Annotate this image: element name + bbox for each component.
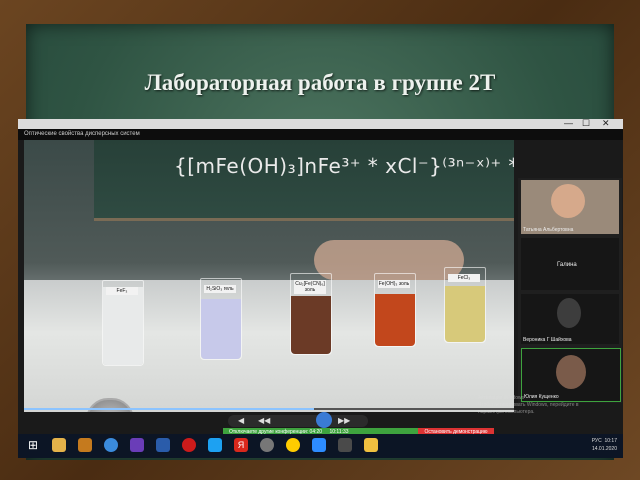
zoom-icon[interactable] <box>312 438 326 452</box>
participant-tile-1[interactable]: Татьяна Альбертовна <box>521 180 619 234</box>
participant-3-avatar <box>557 298 581 328</box>
word-icon[interactable] <box>156 438 170 452</box>
yandex-browser-icon[interactable] <box>286 438 300 452</box>
beaker-4-label: Fe(OH)₃ золь <box>378 280 410 288</box>
beaker-5-label: FeCl₃ <box>448 274 480 282</box>
watermark-line-2: Чтобы активировать Windows, перейдите в <box>478 402 579 408</box>
media-player-icon[interactable] <box>364 438 378 452</box>
beaker-4: Fe(OH)₃ золь <box>374 273 416 347</box>
participant-1-name: Татьяна Альбертовна <box>523 227 574 233</box>
beaker-2-label: H₂SiO₃ гель <box>204 285 236 293</box>
language-indicator: РУС <box>591 438 602 444</box>
beaker-5: FeCl₃ <box>444 267 486 343</box>
app-icon[interactable] <box>208 438 222 452</box>
player-controls: ◀ ◀◀ ▶▶ <box>228 412 368 428</box>
participant-tile-2[interactable]: Галина <box>521 238 619 290</box>
vlc-icon[interactable] <box>78 438 92 452</box>
beaker-2-liquid <box>201 299 241 359</box>
chrome-icon[interactable] <box>104 438 118 452</box>
clock-date: 14.01.2020 <box>591 446 617 452</box>
watermark-line-1: Активация Windows <box>478 395 525 401</box>
windows-activation-watermark: Активация Windows Чтобы активировать Win… <box>478 395 618 416</box>
start-icon[interactable]: ⊞ <box>26 438 40 452</box>
forward-icon[interactable]: ▶▶ <box>338 415 350 427</box>
media-icon[interactable] <box>260 438 274 452</box>
participant-1-avatar <box>551 184 585 218</box>
windows-taskbar: ⊞ Я РУС 10:17 14.01.2020 <box>18 434 623 458</box>
participant-tile-3[interactable]: Вероника Г Шайхова <box>521 294 619 344</box>
video-header: Оптические свойства дисперсных систем <box>18 129 623 140</box>
participants-panel: Татьяна Альбертовна Галина Вероника Г Ша… <box>518 178 622 403</box>
rewind-icon[interactable]: ◀◀ <box>258 415 270 427</box>
formula-text: {[mFe(OH)₃]nFe³⁺ * xCl⁻}⁽³ⁿ⁻ˣ⁾⁺ * (3n−x)… <box>174 154 514 178</box>
window-titlebar: — ☐ ✕ <box>18 118 623 129</box>
beaker-5-liquid <box>445 286 485 342</box>
video-title: Оптические свойства дисперсных систем <box>24 131 140 137</box>
volume-icon[interactable]: ◀ <box>238 415 244 427</box>
file-explorer-icon[interactable] <box>52 438 66 452</box>
beaker-4-liquid <box>375 294 415 346</box>
beaker-1-liquid <box>103 287 143 365</box>
video-seek-bar[interactable] <box>24 408 514 410</box>
visual-studio-icon[interactable] <box>130 438 144 452</box>
beaker-3-label: Cu₂[Fe(CN)₆] золь <box>294 280 326 294</box>
minimize-button[interactable]: — <box>564 118 573 128</box>
system-tray[interactable]: РУС 10:17 14.01.2020 <box>592 437 617 453</box>
participant-3-name: Вероника Г Шайхова <box>523 337 572 343</box>
participant-4-avatar <box>556 355 586 389</box>
play-pause-button[interactable] <box>316 412 332 428</box>
beaker-3-liquid <box>291 296 331 354</box>
slide-title: Лабораторная работа в группе 2Т <box>144 70 496 95</box>
watermark-line-3: параметры компьютера. <box>478 409 535 415</box>
video-chalkboard: {[mFe(OH)₃]nFe³⁺ * xCl⁻}⁽³ⁿ⁻ˣ⁾⁺ * (3n−x)… <box>94 140 514 221</box>
shared-video[interactable]: {[mFe(OH)₃]nFe³⁺ * xCl⁻}⁽³ⁿ⁻ˣ⁾⁺ * (3n−x)… <box>24 140 514 412</box>
beaker-3: Cu₂[Fe(CN)₆] золь <box>290 273 332 355</box>
window-icon[interactable] <box>338 438 352 452</box>
close-button[interactable]: ✕ <box>602 118 610 129</box>
beaker-1: FeF₃ <box>102 280 144 366</box>
opera-icon[interactable] <box>182 438 196 452</box>
maximize-button[interactable]: ☐ <box>582 118 590 129</box>
clock-time: 10:17 <box>604 438 617 444</box>
participant-2-name: Галина <box>557 262 577 268</box>
lab-table <box>24 280 514 412</box>
beaker-2: H₂SiO₃ гель <box>200 278 242 360</box>
participant-tile-4[interactable]: Юлия Кущенко <box>521 348 621 402</box>
yandex-icon[interactable]: Я <box>234 438 248 452</box>
seek-bar-progress <box>24 408 314 410</box>
beaker-1-label: FeF₃ <box>106 287 138 295</box>
video-conference-window: — ☐ ✕ Оптические свойства дисперсных сис… <box>18 118 623 458</box>
